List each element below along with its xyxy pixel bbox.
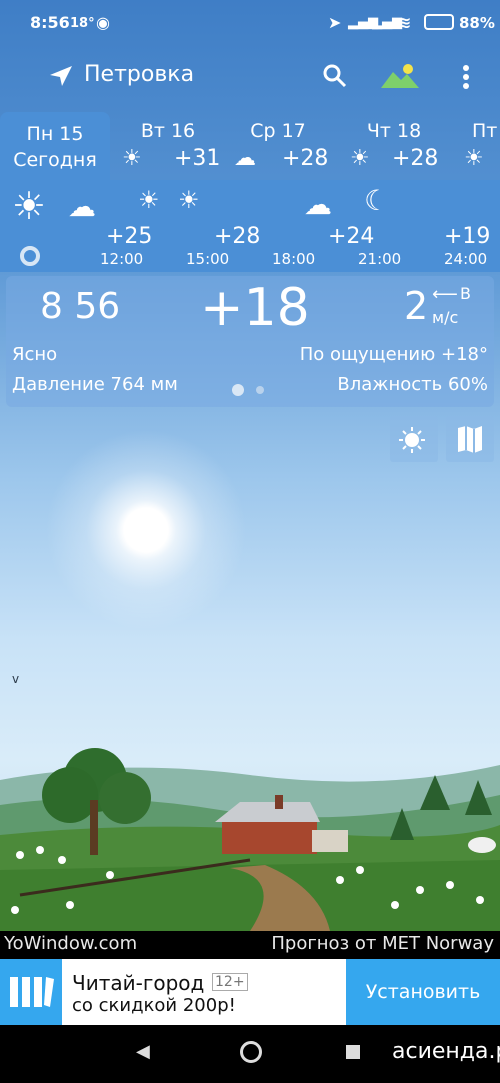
sun-icon: ☀ <box>464 146 484 171</box>
wind-speed: 2 <box>404 284 429 328</box>
ad-banner[interactable]: Читай-город 12+ со скидкой 200р! Установ… <box>0 959 500 1025</box>
home-icon[interactable] <box>240 1041 262 1063</box>
back-icon[interactable]: ◀ <box>136 1041 150 1062</box>
hour-temp: +24 <box>328 224 375 249</box>
day-tab-today[interactable]: Пн 15 Сегодня <box>0 112 110 184</box>
sun-icon: ☀ <box>12 184 47 228</box>
watermark: асиенда.ру <box>392 1039 500 1064</box>
hour-time: 15:00 <box>186 250 230 268</box>
app-top-bar: Петровка <box>0 50 500 102</box>
battery-icon <box>424 14 454 30</box>
status-bar: 8:56 18° ◉ ➤ ▂▄▆ ▂▄▆ ≋ 88% <box>0 0 500 44</box>
battery-level: 88% <box>459 14 495 32</box>
cloud-icon: ☁ <box>304 188 332 221</box>
wind-direction: В <box>460 284 471 303</box>
recents-icon[interactable] <box>346 1045 360 1059</box>
hour-time: 24:00 <box>444 250 488 268</box>
sun-cloud-icon: ☀ <box>178 186 200 214</box>
more-options-icon[interactable] <box>460 64 472 90</box>
attribution-bar: YoWindow.com Прогноз от MET Norway <box>0 931 500 959</box>
install-button[interactable]: Установить <box>346 959 500 1025</box>
condition: Ясно <box>12 344 58 365</box>
forecast-source[interactable]: Прогноз от MET Norway <box>271 933 494 954</box>
ad-age-badge: 12+ <box>212 973 248 991</box>
page-dot-active <box>232 384 244 396</box>
day-tab-thu[interactable]: Чт 18 ☀ +28 <box>344 112 444 184</box>
landscape-theme-icon[interactable] <box>381 62 419 88</box>
day-tab-fri[interactable]: Пт ☀ <box>462 112 500 184</box>
ad-logo <box>0 959 62 1025</box>
hour-time: 18:00 <box>272 250 316 268</box>
hour-time: 12:00 <box>100 250 144 268</box>
ad-title: Читай-город <box>72 971 205 995</box>
hourly-forecast[interactable]: ☀ ☁ ☀ ☀ ☁ ☾ +25 12:00 +28 15:00 +24 18:0… <box>0 180 500 272</box>
cloud-icon: ☁ <box>234 146 256 171</box>
day-temp: +28 <box>392 146 439 171</box>
moon-icon: ☾ <box>364 184 390 217</box>
day-name: Ср 17 <box>250 120 306 142</box>
wifi-icon: ≋ <box>398 13 412 32</box>
bird-icon: v <box>12 672 20 686</box>
feels-like: По ощущению +18° <box>299 344 488 365</box>
sun-cloud-icon: ☀ <box>122 146 142 171</box>
day-tab-wed[interactable]: Ср 17 ☁ +28 <box>228 112 328 184</box>
sun-icon: ☀ <box>138 186 160 214</box>
current-time: 8 56 <box>40 286 121 327</box>
location-name[interactable]: Петровка <box>84 62 194 87</box>
location-arrow-icon: ➤ <box>328 13 342 32</box>
status-time: 8:56 <box>30 13 70 32</box>
hour-temp: +25 <box>106 224 153 249</box>
status-temp: 18° <box>70 16 95 31</box>
wind-unit: м/с <box>432 308 459 327</box>
day-temp: +28 <box>282 146 329 171</box>
day-tab-tue[interactable]: Вт 16 ☀ +31 <box>118 112 221 184</box>
day-name: Пт <box>472 120 498 142</box>
wind-arrow-icon: ⟵ <box>432 284 458 305</box>
page-dot <box>256 386 264 394</box>
map-icon <box>458 426 482 453</box>
pressure: Давление 764 мм <box>12 374 178 395</box>
system-nav-bar: ◀ асиенда.ру <box>0 1025 500 1083</box>
landscape-illustration <box>0 748 500 931</box>
day-name: Вт 16 <box>140 120 196 142</box>
day-temp: +31 <box>174 146 221 171</box>
search-icon[interactable] <box>322 63 348 89</box>
hour-temp: +28 <box>214 224 261 249</box>
current-temp: +18 <box>200 278 310 338</box>
sun-rays-icon <box>399 427 425 453</box>
ad-subtitle: со скидкой 200р! <box>72 995 236 1016</box>
day-name: Чт 18 <box>366 120 422 142</box>
cloud-icon: ☁ <box>68 190 96 223</box>
hour-time: 21:00 <box>358 250 402 268</box>
current-time-marker <box>20 246 40 266</box>
current-weather-card[interactable]: 8 56 +18 2 ⟵ В м/с Ясно По ощущению +18°… <box>6 276 494 407</box>
location-navigate-icon[interactable] <box>48 64 74 88</box>
humidity: Влажность 60% <box>337 374 488 395</box>
weather-effects-button[interactable] <box>390 416 438 462</box>
day-name: Пн 15 <box>26 123 84 145</box>
book-icon <box>10 977 54 1007</box>
day-subtitle: Сегодня <box>13 149 97 171</box>
hour-temp: +19 <box>444 224 491 249</box>
chrome-icon: ◉ <box>96 13 110 32</box>
map-button[interactable] <box>446 416 494 462</box>
sun-icon: ☀ <box>350 146 370 171</box>
sun-graphic <box>46 430 246 630</box>
yowindow-link[interactable]: YoWindow.com <box>4 933 137 954</box>
